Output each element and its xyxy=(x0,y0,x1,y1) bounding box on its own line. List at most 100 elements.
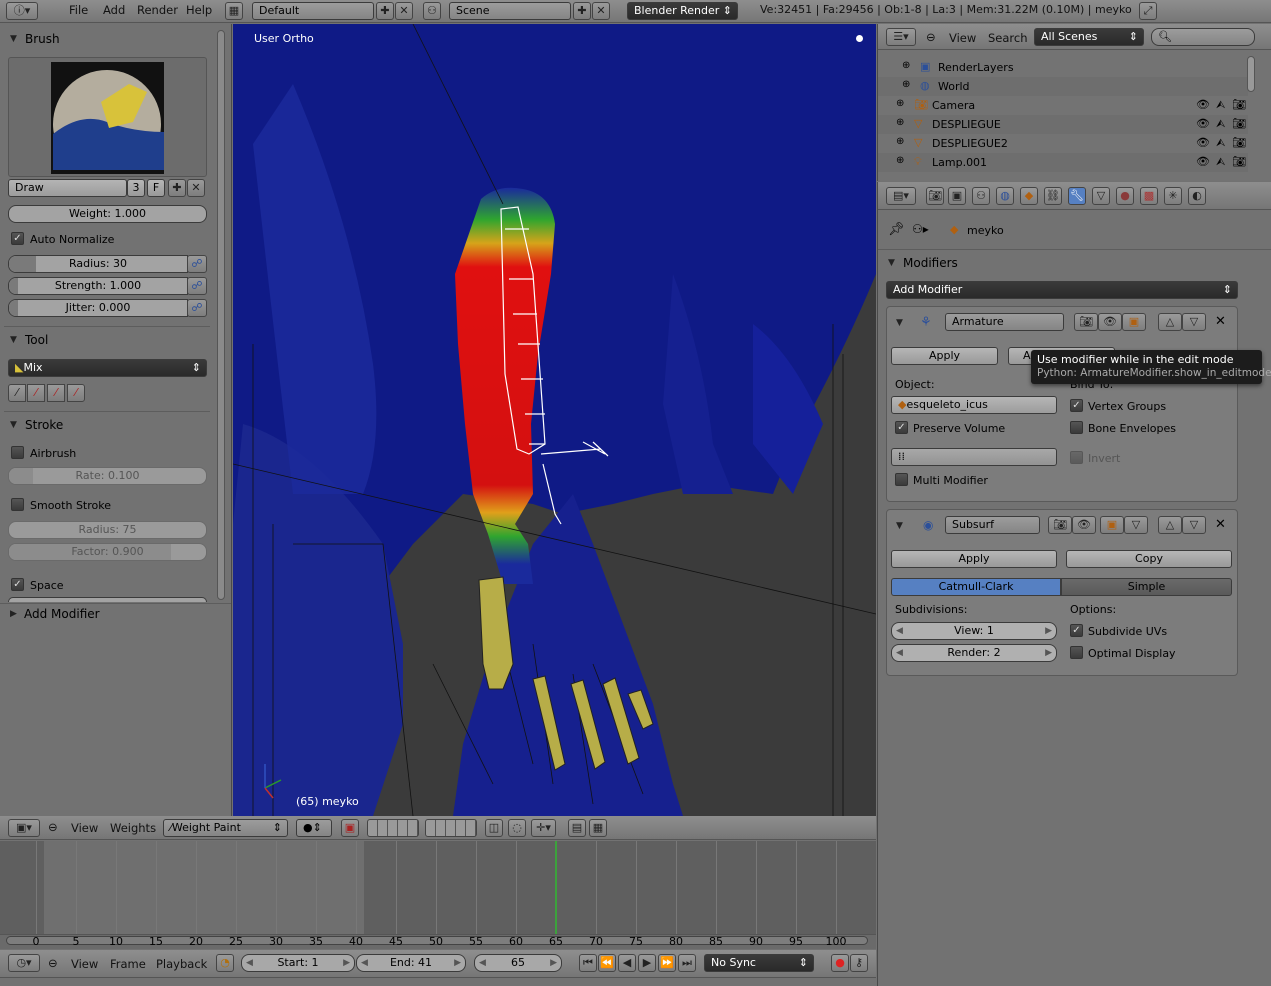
add-modifier-select[interactable]: Add Modifier ⇕ xyxy=(886,281,1238,299)
rate-slider[interactable]: Rate: 0.100 xyxy=(8,467,207,485)
jump-start-icon[interactable]: ⏮ xyxy=(579,954,597,972)
shading-select[interactable]: ●⇕ xyxy=(296,819,332,837)
menu-render[interactable]: Render xyxy=(137,3,178,17)
restrict-select-icon[interactable]: ⮙ xyxy=(1216,98,1225,112)
increment-arrow-icon[interactable]: ▶ xyxy=(343,955,350,971)
add-brush-icon[interactable]: ✚ xyxy=(168,179,186,197)
collapse-menus-icon[interactable]: ⊖ xyxy=(48,956,58,970)
tab-world-icon[interactable]: ◍ xyxy=(996,187,1014,205)
outliner-row[interactable]: ⊕ ◍ World xyxy=(878,77,1248,96)
tab-physics-icon[interactable]: ◐ xyxy=(1188,187,1206,205)
armature-move-up-icon[interactable]: △ xyxy=(1158,313,1182,331)
view3d-menu-view[interactable]: View xyxy=(71,821,98,835)
restrict-view-icon[interactable]: 👁︎ xyxy=(1196,117,1210,130)
add-screen-icon[interactable]: ✚ xyxy=(376,2,394,20)
keying-set-icon[interactable]: ⚷ xyxy=(850,954,868,972)
restrict-view-icon[interactable]: 👁︎ xyxy=(1196,155,1210,168)
subsurf-cage-toggle-icon[interactable]: ▽ xyxy=(1124,516,1148,534)
expand-icon[interactable]: ⊕ xyxy=(896,117,904,128)
outliner-display-mode-select[interactable]: All Scenes ⇕ xyxy=(1034,28,1144,46)
menu-help[interactable]: Help xyxy=(186,3,212,17)
modifiers-panel-header[interactable]: Modifiers xyxy=(903,256,958,270)
modifiers-panel-expand-icon[interactable]: ▼ xyxy=(888,258,895,268)
space-checkbox[interactable]: ✓ xyxy=(11,578,24,591)
menu-add[interactable]: Add xyxy=(103,3,125,17)
strength-slider[interactable]: Strength: 1.000 xyxy=(8,277,188,295)
fullscreen-icon[interactable]: ⤢ xyxy=(1139,2,1157,20)
sync-mode-select[interactable]: No Sync ⇕ xyxy=(704,954,814,972)
layer-buttons-a-icon[interactable] xyxy=(367,819,419,837)
texture-paint-mask-icon[interactable]: ▣ xyxy=(341,819,359,837)
decrement-arrow-icon[interactable]: ◀ xyxy=(896,645,903,661)
subsurf-move-up-icon[interactable]: △ xyxy=(1158,516,1182,534)
armature-editmode-toggle-icon[interactable]: ▣ xyxy=(1122,313,1146,331)
subsurf-apply-button[interactable]: Apply xyxy=(891,550,1057,568)
outliner-item-name[interactable]: RenderLayers xyxy=(938,61,1014,74)
brush-users-count[interactable]: 3 xyxy=(127,179,145,197)
subdivide-uvs-checkbox[interactable]: ✓ xyxy=(1070,624,1083,637)
outliner-item-name[interactable]: World xyxy=(938,80,970,93)
current-frame-field[interactable]: ◀ 65 ▶ xyxy=(474,954,562,972)
add-scene-icon[interactable]: ✚ xyxy=(573,2,591,20)
blend-mode-select[interactable]: ◣Mix ⇕ xyxy=(8,359,207,377)
outliner-scrollbar[interactable] xyxy=(1247,56,1255,92)
stroke-panel-expand-icon[interactable]: ▼ xyxy=(10,420,17,430)
timeline-ruler[interactable]: 0 5 10 15 20 25 30 35 40 45 50 55 60 65 70 75 80 85 90 95 10… xyxy=(0,934,876,949)
expand-icon[interactable]: ⊕ xyxy=(896,155,904,166)
collapse-menus-icon[interactable]: ⊖ xyxy=(48,820,58,834)
increment-arrow-icon[interactable]: ▶ xyxy=(454,955,461,971)
brush-tool-subtract-icon[interactable]: ⁄ xyxy=(67,384,85,402)
jump-end-icon[interactable]: ⏭ xyxy=(678,954,696,972)
airbrush-checkbox[interactable] xyxy=(11,446,24,459)
scene-field[interactable]: Scene xyxy=(449,2,571,20)
subsurf-collapse-icon[interactable]: ▼ xyxy=(896,521,903,531)
timeline-menu-frame[interactable]: Frame xyxy=(110,957,146,971)
screen-layout-field[interactable]: Default xyxy=(252,2,374,20)
tab-object-icon[interactable]: ◆ xyxy=(1020,187,1038,205)
tab-constraints-icon[interactable]: ⛓ xyxy=(1044,187,1062,205)
outliner-row[interactable]: ⊕ 💡︎ Lamp.001 👁︎ ⮙ 📷︎ xyxy=(878,153,1248,172)
expand-icon[interactable]: ⊕ xyxy=(902,60,910,71)
restrict-render-icon[interactable]: 📷︎ xyxy=(1232,136,1246,149)
expand-icon[interactable]: ⊕ xyxy=(896,136,904,147)
timeline-menu-playback[interactable]: Playback xyxy=(156,957,207,971)
jitter-pressure-icon[interactable]: ☍ xyxy=(187,299,207,317)
tab-modifiers-icon[interactable]: 🔧︎ xyxy=(1068,187,1086,205)
subsurf-remove-icon[interactable]: ✕ xyxy=(1215,517,1226,532)
play-icon[interactable]: ▶ xyxy=(638,954,656,972)
catmull-clark-toggle[interactable]: Catmull-Clark xyxy=(891,578,1061,596)
brush-tool-add-icon[interactable]: ⁄ xyxy=(47,384,65,402)
outliner-row[interactable]: ⊕ ▽ DESPLIEGUE2 👁︎ ⮙ 📷︎ xyxy=(878,134,1248,153)
strength-pressure-icon[interactable]: ☍ xyxy=(187,277,207,295)
weight-slider[interactable]: Weight: 1.000 xyxy=(8,205,207,223)
timeline-playhead[interactable] xyxy=(555,841,557,934)
armature-render-toggle-icon[interactable]: 📷︎ xyxy=(1074,313,1098,331)
outliner-item-name[interactable]: DESPLIEGUE2 xyxy=(932,137,1008,150)
view3d-menu-weights[interactable]: Weights xyxy=(110,821,156,835)
start-frame-field[interactable]: ◀ Start: 1 ▶ xyxy=(241,954,355,972)
outliner-menu-search[interactable]: Search xyxy=(988,31,1028,45)
tool-panel-expand-icon[interactable]: ▼ xyxy=(10,335,17,345)
restrict-select-icon[interactable]: ⮙ xyxy=(1216,117,1225,131)
render-engine-select[interactable]: Blender Render ⇕ xyxy=(627,2,738,20)
increment-arrow-icon[interactable]: ▶ xyxy=(550,955,557,971)
armature-apply-button[interactable]: Apply xyxy=(891,347,998,365)
outliner-item-name[interactable]: Camera xyxy=(932,99,975,112)
preview-range-icon[interactable]: ◔ xyxy=(216,954,234,972)
radius-slider[interactable]: Radius: 30 xyxy=(8,255,188,273)
menu-file[interactable]: File xyxy=(69,3,88,17)
restrict-render-icon[interactable]: 📷︎ xyxy=(1232,155,1246,168)
remove-scene-icon[interactable]: ✕ xyxy=(592,2,610,20)
bone-envelopes-checkbox[interactable] xyxy=(1070,421,1083,434)
simple-toggle[interactable]: Simple xyxy=(1061,578,1232,596)
subsurf-view-levels[interactable]: ◀ View: 1 ▶ xyxy=(891,622,1057,640)
editor-type-3dview-icon[interactable]: ▣▾ xyxy=(8,819,40,837)
smooth-stroke-checkbox[interactable] xyxy=(11,498,24,511)
brush-name-field[interactable]: Draw xyxy=(8,179,127,197)
info-editor-type-icon[interactable]: ⓘ▾ xyxy=(6,2,38,20)
expand-icon[interactable]: ⊕ xyxy=(902,79,910,90)
remove-screen-icon[interactable]: ✕ xyxy=(395,2,413,20)
armature-remove-icon[interactable]: ✕ xyxy=(1215,314,1226,329)
brush-tool-draw-icon[interactable]: ⁄ xyxy=(8,384,26,402)
brush-fake-user-button[interactable]: F xyxy=(147,179,165,197)
